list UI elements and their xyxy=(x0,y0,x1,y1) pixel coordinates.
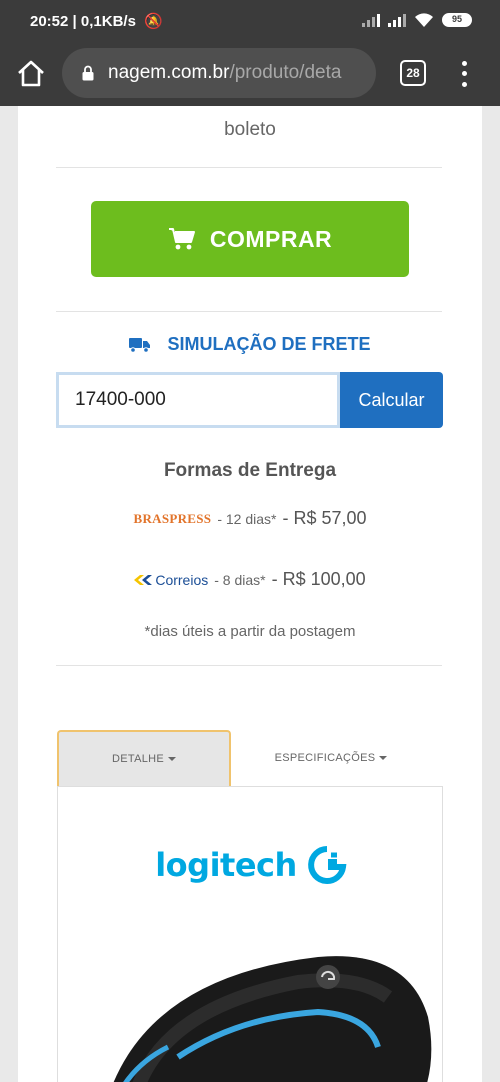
tab-especificacoes[interactable]: ESPECIFICAÇÕES xyxy=(231,730,431,786)
tab-switcher-button[interactable]: 28 xyxy=(400,60,426,86)
shipping-price: - R$ 100,00 xyxy=(271,569,366,589)
status-time: 20:52 | 0,1KB/s 🔕 xyxy=(30,12,163,30)
calculate-button[interactable]: Calcular xyxy=(340,372,443,428)
browser-toolbar: nagem.com.br/produto/deta 28 xyxy=(0,42,500,106)
shipping-option-correios: Correios - 8 dias* - R$ 100,00 xyxy=(18,569,482,590)
product-detail-panel: logitech xyxy=(57,786,443,1082)
network-speed: | 0,1KB/s xyxy=(72,13,136,30)
braspress-logo: BRASPRESS xyxy=(133,510,212,526)
signal-icon xyxy=(362,13,380,27)
buy-label: COMPRAR xyxy=(209,225,333,252)
clock: 20:52 xyxy=(30,13,69,30)
address-bar[interactable]: nagem.com.br/produto/deta xyxy=(62,48,376,98)
lock-icon xyxy=(82,65,94,81)
buy-button[interactable]: COMPRAR xyxy=(91,201,409,277)
correios-logo: Correios xyxy=(134,572,208,588)
divider xyxy=(56,665,442,666)
brand-logo: logitech xyxy=(58,845,442,885)
correios-mark-icon xyxy=(134,574,153,585)
price-payment-note: boleto xyxy=(224,119,276,140)
tab-label: ESPECIFICAÇÕES xyxy=(274,752,376,764)
shipping-title: SIMULAÇÃO DE FRETE xyxy=(18,334,482,355)
mute-bell-icon: 🔕 xyxy=(144,13,163,30)
divider xyxy=(56,167,442,168)
delivery-options-title: Formas de Entrega xyxy=(163,460,337,481)
cep-input[interactable] xyxy=(56,372,340,428)
mouse-product-image xyxy=(113,956,432,1082)
tab-detalhe[interactable]: DETALHE xyxy=(57,730,231,786)
web-page: boleto COMPRAR SIMULAÇÃO DE FRETE Calcul… xyxy=(0,106,500,1082)
signal-icon xyxy=(388,13,406,27)
business-days-note: *dias úteis a partir da postagem xyxy=(144,623,356,640)
shipping-days: - 12 dias* xyxy=(217,510,277,527)
home-icon[interactable] xyxy=(14,56,48,90)
product-card: boleto COMPRAR SIMULAÇÃO DE FRETE Calcul… xyxy=(18,106,482,1082)
correios-wordmark: Correios xyxy=(155,571,209,588)
logitech-g-icon xyxy=(307,846,347,884)
shipping-days: - 8 dias* xyxy=(214,571,266,588)
shipping-price: - R$ 57,00 xyxy=(282,508,367,528)
caret-down-icon xyxy=(168,757,177,761)
brand-wordmark: logitech xyxy=(155,846,297,884)
caret-down-icon xyxy=(379,756,388,760)
shipping-option-braspress: BRASPRESS - 12 dias* - R$ 57,00 xyxy=(18,508,482,529)
divider xyxy=(56,311,442,312)
cart-icon xyxy=(168,228,195,250)
url-host: nagem.com.br xyxy=(108,62,230,83)
url-path: /produto/deta xyxy=(229,62,342,83)
status-icons: 95 xyxy=(362,12,472,28)
tab-label: DETALHE xyxy=(111,753,165,765)
shipping-title-label: SIMULAÇÃO DE FRETE xyxy=(167,334,371,354)
price-cutoff xyxy=(88,106,408,114)
truck-icon xyxy=(129,337,151,353)
wifi-icon xyxy=(415,13,433,27)
battery-icon: 95 xyxy=(442,13,472,27)
overflow-menu-icon[interactable] xyxy=(456,58,472,90)
status-bar: 20:52 | 0,1KB/s 🔕 95 xyxy=(0,0,500,42)
